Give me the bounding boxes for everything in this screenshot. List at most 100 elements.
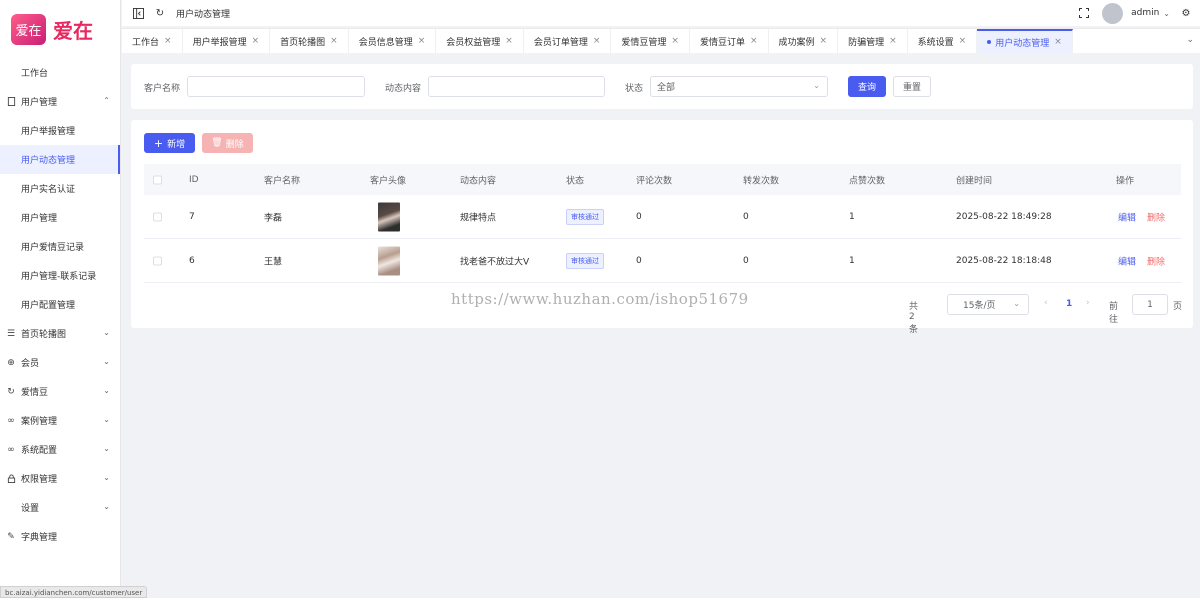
sidebar-subitem-users[interactable]: 用户管理 bbox=[0, 203, 120, 232]
tab-user-dynamics[interactable]: 用户动态管理 × bbox=[977, 29, 1073, 53]
tab-system-settings[interactable]: 系统设置 × bbox=[908, 29, 978, 53]
tab-label: 会员订单管理 bbox=[533, 37, 588, 48]
sidebar-item-dictionary[interactable]: ✎ 字典管理 bbox=[0, 522, 120, 551]
status-badge: 审核通过 bbox=[566, 208, 604, 225]
tab-success-cases[interactable]: 成功案例 × bbox=[769, 29, 839, 53]
content-input[interactable] bbox=[428, 76, 605, 97]
tab-label: 爱情豆管理 bbox=[621, 37, 667, 48]
status-select[interactable]: 全部 ⌄ bbox=[650, 76, 828, 97]
close-icon[interactable]: × bbox=[252, 36, 260, 46]
refresh-icon[interactable]: ↻ bbox=[154, 7, 166, 19]
tab-beans-orders[interactable]: 爱情豆订单 × bbox=[690, 29, 769, 53]
sidebar-subitem-config[interactable]: 用户配置管理 bbox=[0, 290, 120, 319]
sidebar-item-label: 案例管理 bbox=[21, 417, 58, 427]
cell-created-time: 2025-08-22 18:18:48 bbox=[956, 255, 1052, 266]
tab-carousel[interactable]: 首页轮播图 × bbox=[270, 29, 349, 53]
sidebar-subitem-realname[interactable]: 用户实名认证 bbox=[0, 174, 120, 203]
sidebar-subitem-contact-record[interactable]: 用户管理-联系记录 bbox=[0, 261, 120, 290]
tab-label: 用户动态管理 bbox=[995, 38, 1050, 49]
sidebar-item-member[interactable]: ⊕ 会员 ⌄ bbox=[0, 348, 120, 377]
chevron-down-icon[interactable]: ⌄ bbox=[1186, 35, 1194, 45]
logo-text: 爱在 bbox=[53, 18, 93, 43]
cell-comments: 0 bbox=[636, 255, 642, 266]
pagination-total: 共 2 条 bbox=[909, 302, 919, 335]
header-right: admin ⌄ ⚙ bbox=[1068, 0, 1192, 26]
goto-page-input[interactable]: 1 bbox=[1132, 294, 1168, 315]
close-icon[interactable]: × bbox=[418, 36, 426, 46]
row-checkbox[interactable] bbox=[153, 212, 162, 221]
select-all-checkbox[interactable] bbox=[153, 175, 162, 184]
sidebar-item-label: 工作台 bbox=[21, 69, 49, 79]
close-icon[interactable]: × bbox=[505, 36, 513, 46]
sidebar-item-carousel[interactable]: ☰ 首页轮播图 ⌄ bbox=[0, 319, 120, 348]
close-icon[interactable]: × bbox=[593, 36, 601, 46]
table-row: 6 王慧 找老爸不放过大V 审核通过 0 0 1 2025-08-22 18:1… bbox=[144, 239, 1181, 283]
sidebar-item-love-beans[interactable]: ↻ 爱情豆 ⌄ bbox=[0, 377, 120, 406]
tab-workbench[interactable]: 工作台 × bbox=[122, 29, 183, 53]
sidebar-item-user-management[interactable]: 用户管理 ⌃ bbox=[0, 87, 120, 116]
edit-link[interactable]: 编辑 bbox=[1118, 254, 1136, 267]
close-icon[interactable]: × bbox=[1054, 37, 1062, 47]
tab-label: 会员权益管理 bbox=[446, 37, 501, 48]
sidebar-subitem-report[interactable]: 用户举报管理 bbox=[0, 116, 120, 145]
data-table: ID 客户名称 客户头像 动态内容 状态 评论次数 转发次数 点赞次数 创建时间… bbox=[144, 164, 1181, 283]
tab-member-benefits[interactable]: 会员权益管理 × bbox=[436, 29, 524, 53]
cell-comments: 0 bbox=[636, 211, 642, 222]
reset-button[interactable]: 重置 bbox=[893, 76, 931, 97]
sidebar-item-label: 爱情豆 bbox=[21, 388, 49, 398]
cell-content: 规律特点 bbox=[460, 213, 497, 223]
logo[interactable]: 爱在 爱在 bbox=[0, 0, 120, 58]
sidebar-menu: 工作台 用户管理 ⌃ 用户举报管理 用户动态管理 用户实名认证 用户管理 用户爱… bbox=[0, 58, 120, 551]
tab-member-info[interactable]: 会员信息管理 × bbox=[349, 29, 437, 53]
avatar[interactable] bbox=[1102, 2, 1124, 24]
customer-avatar-image[interactable] bbox=[378, 246, 400, 275]
delete-link[interactable]: 删除 bbox=[1147, 210, 1165, 223]
tab-beans-management[interactable]: 爱情豆管理 × bbox=[611, 29, 690, 53]
sidebar-item-cases[interactable]: ∞ 案例管理 ⌄ bbox=[0, 406, 120, 435]
status-bar-url: bc.aizai.yidianchen.com/customer/user bbox=[0, 586, 148, 598]
customer-name-input[interactable] bbox=[187, 76, 365, 97]
tab-label: 防骗管理 bbox=[848, 37, 885, 48]
next-page-icon[interactable]: › bbox=[1086, 298, 1090, 308]
close-icon[interactable]: × bbox=[330, 36, 338, 46]
close-icon[interactable]: × bbox=[671, 36, 679, 46]
add-button[interactable]: + 新增 bbox=[144, 133, 195, 153]
plus-icon: + bbox=[153, 136, 164, 150]
fullscreen-icon[interactable] bbox=[1078, 7, 1090, 19]
cell-likes: 1 bbox=[849, 255, 855, 266]
close-icon[interactable]: × bbox=[164, 36, 172, 46]
close-icon[interactable]: × bbox=[820, 36, 828, 46]
query-button[interactable]: 查询 bbox=[848, 76, 886, 97]
username[interactable]: admin bbox=[1131, 8, 1159, 18]
close-icon[interactable]: × bbox=[959, 36, 967, 46]
tab-member-orders[interactable]: 会员订单管理 × bbox=[524, 29, 612, 53]
sidebar-subitem-dynamics[interactable]: 用户动态管理 bbox=[0, 145, 120, 174]
sidebar-item-settings[interactable]: 设置 ⌄ bbox=[0, 493, 120, 522]
tab-label: 工作台 bbox=[132, 37, 160, 48]
close-icon[interactable]: × bbox=[889, 36, 897, 46]
sidebar: 爱在 爱在 工作台 用户管理 ⌃ 用户举报管理 用户动态管理 用户实名认证 用户… bbox=[0, 0, 148, 598]
sidebar-item-system-config[interactable]: ∞ 系统配置 ⌄ bbox=[0, 435, 120, 464]
sidebar-item-permissions[interactable]: 权限管理 ⌄ bbox=[0, 464, 120, 493]
sidebar-item-label: 字典管理 bbox=[21, 533, 58, 543]
sidebar-item-workbench[interactable]: 工作台 bbox=[0, 58, 120, 87]
tab-anti-fraud[interactable]: 防骗管理 × bbox=[838, 29, 908, 53]
collapse-sidebar-icon[interactable] bbox=[132, 7, 144, 19]
page-size-select[interactable]: 15条/页 ⌄ bbox=[947, 294, 1029, 315]
delete-link[interactable]: 删除 bbox=[1147, 254, 1165, 267]
status-badge: 审核通过 bbox=[566, 252, 604, 269]
tab-user-report[interactable]: 用户举报管理 × bbox=[183, 29, 271, 53]
add-button-label: 新增 bbox=[167, 139, 186, 150]
page-number[interactable]: 1 bbox=[1066, 299, 1072, 309]
close-icon[interactable]: × bbox=[750, 36, 758, 46]
gear-icon[interactable]: ⚙ bbox=[1180, 7, 1192, 19]
sidebar-subitem-beans-record[interactable]: 用户爱情豆记录 bbox=[0, 232, 120, 261]
chevron-down-icon: ⌄ bbox=[103, 386, 110, 395]
row-checkbox[interactable] bbox=[153, 256, 162, 265]
customer-avatar-image[interactable] bbox=[378, 202, 400, 231]
column-header: 操作 bbox=[1116, 176, 1135, 186]
prev-page-icon[interactable]: ‹ bbox=[1044, 298, 1048, 308]
chevron-down-icon[interactable]: ⌄ bbox=[1163, 9, 1170, 18]
delete-button[interactable]: 🗑 删除 bbox=[202, 133, 253, 153]
edit-link[interactable]: 编辑 bbox=[1118, 210, 1136, 223]
